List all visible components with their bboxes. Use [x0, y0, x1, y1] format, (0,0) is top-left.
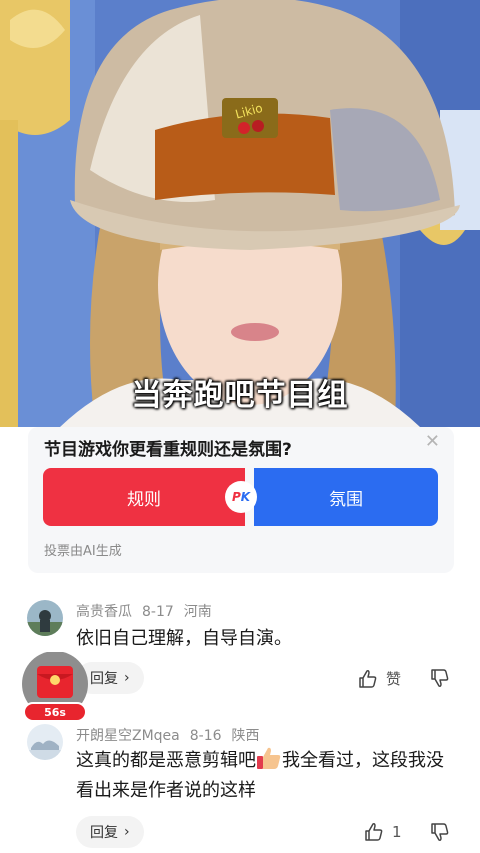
- comment-username[interactable]: 高贵香瓜: [76, 604, 132, 620]
- like-button[interactable]: 1: [364, 822, 402, 842]
- poll-note: 投票由AI生成: [44, 544, 122, 559]
- reply-label: 回复: [90, 825, 118, 841]
- dislike-button[interactable]: [430, 668, 450, 692]
- comment-text: 这真的都是恶意剪辑吧 我全看过，这段我没看出来是作者说的这样: [76, 746, 456, 806]
- poll-card: 节目游戏你更看重规则还是氛围? ✕ 规则 氛围 PK 投票由AI生成: [28, 427, 454, 573]
- thumbs-down-icon: [431, 669, 449, 687]
- thumbs-down-icon: [431, 823, 449, 841]
- reply-button[interactable]: 回复 ›: [76, 816, 144, 848]
- video-player[interactable]: Likio 当奔跑吧节目组: [0, 0, 480, 427]
- chevron-right-icon: ›: [124, 824, 130, 840]
- poll-question: 节目游戏你更看重规则还是氛围?: [44, 440, 292, 460]
- comment-username[interactable]: 开朗星空ZMqea: [76, 728, 180, 744]
- thumbs-up-emoji-icon: [257, 747, 281, 769]
- pk-badge-k: K: [240, 490, 251, 504]
- thumbs-up-icon: [359, 669, 377, 688]
- countdown-timer: 56s: [23, 702, 87, 722]
- chevron-right-icon: ›: [124, 670, 130, 686]
- comment-location: 河南: [183, 604, 212, 620]
- reply-label: 回复: [90, 671, 118, 687]
- video-frame: Likio: [0, 0, 480, 427]
- red-packet-widget[interactable]: 56s: [21, 651, 89, 722]
- pk-badge-p: P: [231, 490, 241, 504]
- pk-badge: PK: [225, 481, 257, 513]
- video-subtitle: 当奔跑吧节目组: [131, 378, 349, 413]
- dislike-button[interactable]: [430, 822, 450, 846]
- avatar[interactable]: [27, 600, 63, 636]
- comment-text: 依旧自己理解，自导自演。: [76, 628, 292, 649]
- avatar[interactable]: [27, 724, 63, 760]
- poll-option-atmosphere-button[interactable]: 氛围: [254, 468, 438, 526]
- like-button[interactable]: 赞: [358, 668, 401, 689]
- thumbs-up-icon: [365, 823, 383, 841]
- comment-text-part: 这真的都是恶意剪辑吧: [76, 750, 256, 771]
- like-count: 1: [392, 823, 402, 841]
- comment-meta: 开朗星空ZMqea 8-16 陕西: [76, 725, 270, 745]
- poll-option-rules-button[interactable]: 规则: [43, 468, 245, 526]
- comment-date: 8-17: [142, 604, 174, 620]
- comment-meta: 高贵香瓜 8-17 河南: [76, 601, 222, 621]
- close-icon[interactable]: ✕: [425, 431, 440, 452]
- comment-date: 8-16: [189, 728, 222, 744]
- like-label: 赞: [386, 670, 402, 688]
- comment-location: 陕西: [231, 728, 260, 744]
